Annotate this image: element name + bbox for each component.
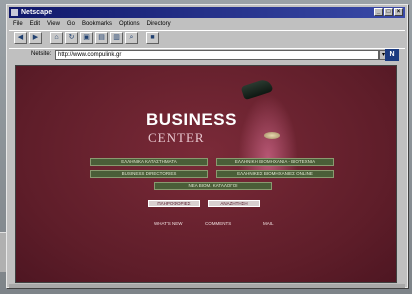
nav-new-catalogs-button[interactable]: ΝΕΑ ΒΙΟΜ. ΚΑΤΑΛΟΓΟΙ (154, 182, 272, 190)
close-icon[interactable]: × (394, 8, 403, 16)
maximize-icon[interactable]: □ (384, 8, 393, 16)
print-icon[interactable]: ▥ (110, 32, 123, 44)
window-controls: _ □ × (374, 8, 403, 16)
back-icon[interactable]: ◀ (14, 32, 27, 44)
menu-bar: File Edit View Go Bookmarks Options Dire… (9, 19, 405, 29)
toolbar: ◀ ▶ ⌂ ↻ ▣ ▤ ▥ ⌕ ■ (9, 30, 405, 45)
find-icon[interactable]: ⌕ (125, 32, 138, 44)
nav-greek-stores-button[interactable]: ΕΛΛΗΝΙΚΑ ΚΑΤΑΣΤΗΜΑΤΑ (90, 158, 208, 166)
menu-directory[interactable]: Directory (147, 19, 171, 29)
status-bar (9, 284, 405, 288)
desktop: Netscape _ □ × File Edit View Go Bookmar… (0, 0, 412, 294)
menu-file[interactable]: File (13, 19, 23, 29)
location-bar: Netsite: http://www.compulink.gr ▾ N (9, 48, 405, 61)
lamp-base-image (264, 132, 280, 139)
page-subtitle: CENTER (148, 130, 205, 145)
location-label: Netsite: (31, 51, 52, 57)
menu-view[interactable]: View (47, 19, 60, 29)
menu-edit[interactable]: Edit (30, 19, 40, 29)
mail-link[interactable]: MAIL (263, 221, 274, 226)
images-icon[interactable]: ▣ (80, 32, 93, 44)
browser-window: Netscape _ □ × File Edit View Go Bookmar… (6, 4, 408, 288)
netscape-logo[interactable]: N (385, 49, 399, 61)
page-content: BUSINESS CENTER ΕΛΛΗΝΙΚΑ ΚΑΤΑΣΤΗΜΑΤΑ ΕΛΛ… (15, 65, 397, 283)
minimize-icon[interactable]: _ (374, 8, 383, 16)
window-title: Netscape (21, 9, 53, 16)
nav-greek-industries-online-button[interactable]: ΕΛΛΗΝΙΚΕΣ ΒΙΟΜΗΧΑΝΙΕΣ ONLINE (216, 170, 334, 178)
menu-bookmarks[interactable]: Bookmarks (82, 19, 112, 29)
title-bar[interactable]: Netscape _ □ × (9, 7, 405, 18)
comments-link[interactable]: COMMENTS (205, 221, 231, 226)
app-icon (11, 9, 18, 16)
search-button[interactable]: ΑΝΑΖΗΤΗΣΗ (208, 200, 260, 207)
nav-greek-industry-button[interactable]: ΕΛΛΗΝΙΚΗ ΒΙΟΜΗΧΑΝΙΑ - ΒΙΟΤΕΧΝΙΑ (216, 158, 334, 166)
location-input[interactable]: http://www.compulink.gr (55, 50, 379, 60)
open-icon[interactable]: ▤ (95, 32, 108, 44)
nav-business-directories-button[interactable]: BUSINESS DIRECTORIES (90, 170, 208, 178)
stop-icon[interactable]: ■ (146, 32, 159, 44)
info-button[interactable]: ΠΛΗΡΟΦΟΡΙΕΣ (148, 200, 200, 207)
menu-options[interactable]: Options (119, 19, 140, 29)
reload-icon[interactable]: ↻ (65, 32, 78, 44)
page-title: BUSINESS (146, 110, 237, 129)
home-icon[interactable]: ⌂ (50, 32, 63, 44)
menu-go[interactable]: Go (67, 19, 75, 29)
forward-icon[interactable]: ▶ (29, 32, 42, 44)
whats-new-link[interactable]: WHAT'S NEW (154, 221, 183, 226)
